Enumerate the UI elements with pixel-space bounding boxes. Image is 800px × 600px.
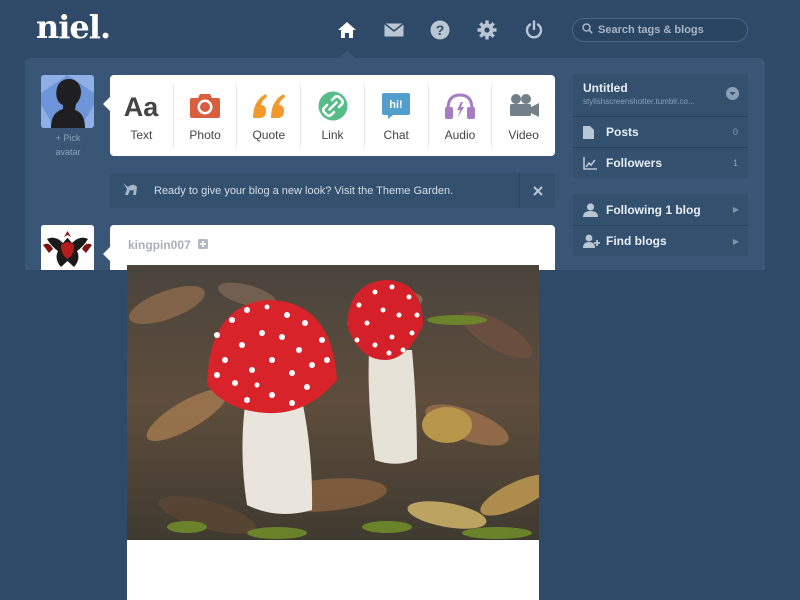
post-username[interactable]: kingpin007 (128, 238, 191, 252)
post-type-quote[interactable]: Quote (237, 84, 302, 147)
post-photo[interactable] (127, 265, 554, 600)
sidebar-item-count: 1 (732, 158, 738, 168)
home-icon[interactable] (335, 18, 359, 42)
post-type-label: Chat (383, 128, 409, 142)
sidebar-item-label: Find blogs (606, 234, 667, 248)
chart-icon (583, 156, 601, 170)
quote-icon (251, 89, 287, 123)
sidebar-item-followers[interactable]: Followers 1 (573, 147, 748, 178)
power-icon[interactable] (522, 18, 546, 42)
post-photo-image (127, 265, 554, 540)
follow-plus-icon[interactable] (198, 236, 208, 254)
post-type-label: Text (130, 128, 153, 142)
sidebar-item-label: Following 1 blog (606, 202, 701, 217)
sidebar-item-label: Posts (606, 125, 639, 139)
blog-title: Untitled (583, 81, 628, 95)
pick-avatar-line1: + Pick (55, 133, 81, 143)
sidebar-item-find-blogs[interactable]: Find blogs ▶ (573, 225, 748, 256)
post-type-label: Video (508, 128, 539, 142)
chat-icon: hi! (381, 89, 411, 123)
search-box[interactable] (572, 18, 748, 42)
add-person-icon (583, 234, 601, 248)
post-type-video[interactable]: Video (492, 85, 555, 147)
theme-garden-text: Ready to give your blog a new look? Visi… (154, 184, 454, 197)
help-icon[interactable]: ? (428, 18, 452, 42)
link-icon (318, 89, 348, 123)
post-type-link[interactable]: Link (301, 84, 365, 147)
post-type-audio[interactable]: Audio (429, 84, 493, 147)
post-type-bar: Aa Text Photo Quote Link hi! Chat Audio (103, 75, 555, 156)
post-type-label: Quote (252, 128, 286, 142)
svg-text:Aa: Aa (124, 92, 159, 121)
pick-avatar-link[interactable]: + Pick avatar (40, 131, 96, 159)
blog-header[interactable]: Untitled stylishscreenshotter.tumblr.co.… (573, 74, 748, 116)
logo[interactable]: niel. (36, 8, 111, 46)
chevron-down-icon[interactable] (726, 87, 739, 105)
audio-icon (444, 89, 476, 123)
mail-icon[interactable] (382, 18, 406, 42)
unicorn-icon (122, 180, 140, 201)
video-icon (508, 89, 540, 123)
document-icon (583, 125, 601, 139)
sidebar-item-following[interactable]: Following 1 blog ▶ (573, 194, 748, 225)
blog-url: stylishscreenshotter.tumblr.co... (583, 97, 695, 106)
camera-icon (189, 89, 221, 123)
search-input[interactable] (598, 24, 738, 36)
post-type-photo[interactable]: Photo (174, 84, 238, 147)
sidebar-item-count: 0 (732, 127, 738, 137)
svg-text:hi!: hi! (390, 99, 403, 111)
post-type-text[interactable]: Aa Text (110, 84, 174, 147)
person-icon (583, 202, 601, 217)
sidebar-item-label: Followers (606, 156, 663, 170)
theme-garden-notice[interactable]: Ready to give your blog a new look? Visi… (110, 173, 555, 208)
gear-icon[interactable] (475, 18, 499, 42)
post-type-label: Photo (189, 128, 221, 142)
post-type-chat[interactable]: hi! Chat (365, 84, 429, 147)
chevron-right-icon: ▶ (732, 236, 739, 246)
search-icon (582, 21, 593, 39)
post-type-label: Link (321, 128, 344, 142)
text-icon: Aa (121, 89, 161, 123)
post-card: kingpin007 (103, 225, 555, 270)
svg-text:?: ? (436, 22, 445, 38)
chevron-right-icon: ▶ (732, 205, 739, 214)
blog-avatar[interactable] (41, 75, 94, 128)
sidebar-item-posts[interactable]: Posts 0 (573, 116, 748, 147)
pick-avatar-line2: avatar (55, 147, 81, 157)
post-type-label: Audio (444, 128, 476, 142)
close-icon[interactable] (519, 173, 555, 208)
post-author-avatar[interactable] (41, 225, 94, 270)
blog-card: Untitled stylishscreenshotter.tumblr.co.… (573, 74, 748, 178)
following-card: Following 1 blog ▶ Find blogs ▶ (573, 194, 748, 256)
